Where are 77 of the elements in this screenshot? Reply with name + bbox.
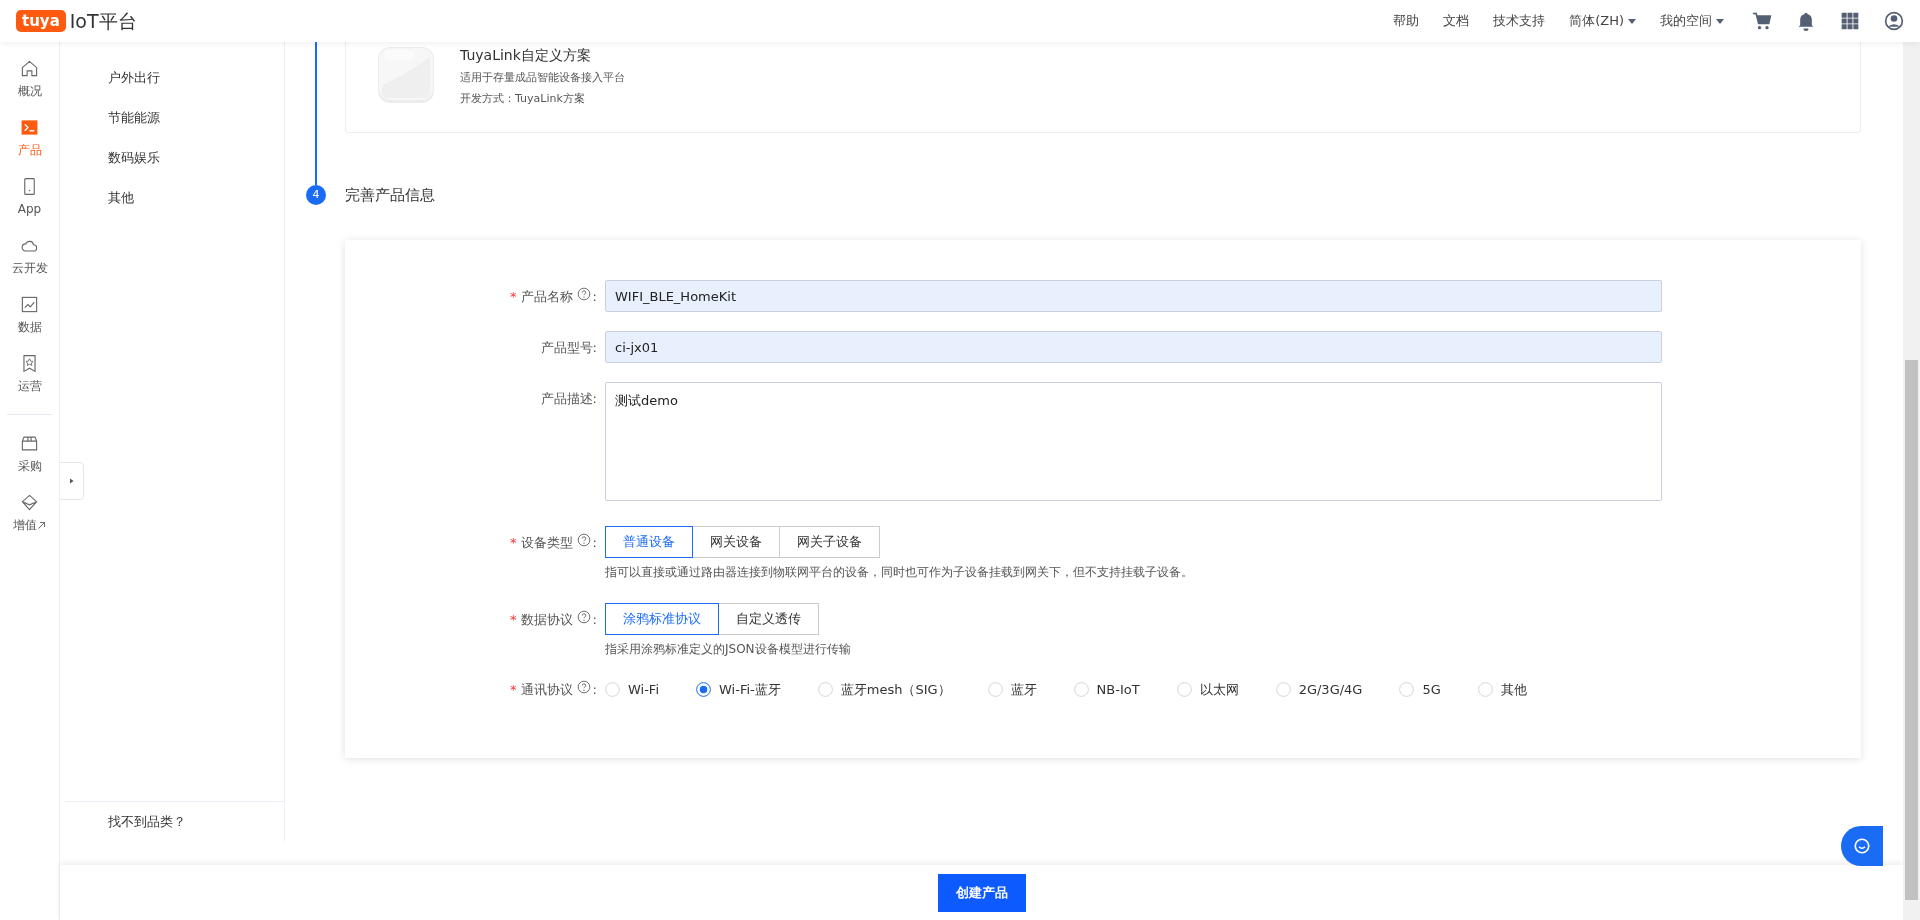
field-label: 产品名称 xyxy=(520,288,573,306)
field-label: 产品描述: xyxy=(540,390,597,408)
segment-option[interactable]: 网关设备 xyxy=(692,526,780,558)
radio-label[interactable]: Wi-Fi-蓝牙 xyxy=(719,680,781,700)
segment-option[interactable]: 网关子设备 xyxy=(779,526,880,558)
segment-option[interactable]: 涂鸦标准协议 xyxy=(605,603,719,635)
box-icon[interactable] xyxy=(20,434,39,453)
rail-item[interactable]: 概况 xyxy=(17,82,42,100)
category-item[interactable]: 其他 xyxy=(108,190,134,205)
rail-item[interactable]: 增值 xyxy=(13,516,37,534)
card-description: 适用于存量成品智能设备接入平台 xyxy=(460,70,625,86)
required-mark: * xyxy=(510,681,517,699)
platform-title: IoT平台 xyxy=(69,8,137,34)
chart-icon[interactable] xyxy=(20,295,39,314)
radio-label[interactable]: 5G xyxy=(1422,680,1441,700)
radio-label[interactable]: NB-IoT xyxy=(1096,680,1140,700)
segment-option[interactable]: 自定义透传 xyxy=(718,603,819,635)
required-mark: * xyxy=(510,611,517,629)
nav-link[interactable]: 文档 xyxy=(1443,11,1470,31)
bookmark-star-icon[interactable] xyxy=(20,354,39,373)
rail-item[interactable]: 云开发 xyxy=(11,259,48,277)
radio-label[interactable]: Wi-Fi xyxy=(628,680,659,700)
nav-link[interactable]: 帮助 xyxy=(1393,11,1420,31)
chat-button[interactable] xyxy=(1841,826,1883,866)
user-icon[interactable] xyxy=(1884,11,1904,31)
radio-label[interactable]: 蓝牙 xyxy=(1010,680,1037,700)
terminal-icon[interactable] xyxy=(20,118,39,137)
help-icon[interactable] xyxy=(576,287,591,301)
category-item[interactable]: 节能能源 xyxy=(108,110,160,125)
create-product-button[interactable]: 创建产品 xyxy=(937,873,1026,912)
rail-item[interactable]: App xyxy=(17,200,42,218)
text-field[interactable]: ci-jx01 xyxy=(605,331,1662,363)
help-icon[interactable] xyxy=(576,610,591,624)
caret-right-icon xyxy=(68,477,75,485)
required-mark: * xyxy=(510,534,517,552)
chat-icon xyxy=(1853,837,1871,855)
label-colon: : xyxy=(592,681,597,699)
nav-link[interactable]: 简体(ZH) xyxy=(1569,11,1636,31)
card-title: TuyaLink自定义方案 xyxy=(460,46,592,65)
segment-option[interactable]: 普通设备 xyxy=(605,526,693,558)
radio-label[interactable]: 2G/3G/4G xyxy=(1298,680,1363,700)
field-label: 产品型号: xyxy=(540,339,597,357)
label-colon: : xyxy=(592,534,597,552)
step-number: 4 xyxy=(306,185,326,205)
rail-item[interactable]: 采购 xyxy=(17,457,42,475)
expand-toggle[interactable] xyxy=(60,462,84,500)
apps-grid-icon[interactable] xyxy=(1840,11,1860,31)
category-item[interactable]: 户外出行 xyxy=(108,70,160,85)
radio-button[interactable] xyxy=(696,682,711,698)
required-mark: * xyxy=(510,288,517,306)
cart-icon[interactable] xyxy=(1752,11,1772,31)
field-label: 设备类型 xyxy=(520,534,573,552)
home-icon[interactable] xyxy=(20,59,39,78)
nav-link[interactable]: 技术支持 xyxy=(1493,11,1546,31)
nav-link[interactable]: 我的空间 xyxy=(1660,11,1724,31)
radio-label[interactable]: 蓝牙mesh（SIG） xyxy=(840,680,951,700)
diamond-icon[interactable] xyxy=(20,493,39,512)
help-icon[interactable] xyxy=(576,680,591,694)
rail-item[interactable]: 数据 xyxy=(17,318,42,336)
text-field[interactable]: WIFI_BLE_HomeKit xyxy=(605,280,1662,312)
description-field[interactable]: 测试demo xyxy=(605,382,1662,501)
label-colon: : xyxy=(592,288,597,306)
rail-item[interactable]: 运营 xyxy=(17,377,42,395)
bell-icon[interactable] xyxy=(1796,11,1816,31)
field-label: 数据协议 xyxy=(520,611,573,629)
label-colon: : xyxy=(592,611,597,629)
hint-text: 指采用涂鸦标准定义的JSON设备模型进行传输 xyxy=(605,641,851,658)
help-link[interactable]: 找不到品类？ xyxy=(108,813,186,829)
radio-label[interactable]: 其他 xyxy=(1500,680,1527,700)
category-item[interactable]: 数码娱乐 xyxy=(108,150,160,165)
field-label: 通讯协议 xyxy=(520,681,573,699)
step-title: 完善产品信息 xyxy=(344,185,436,206)
scrollbar-thumb[interactable] xyxy=(1905,360,1918,900)
help-icon[interactable] xyxy=(576,533,591,547)
radio-label[interactable]: 以太网 xyxy=(1199,680,1239,700)
hint-text: 指可以直接或通过路由器连接到物联网平台的设备，同时也可作为子设备挂载到网关下，但不支持挂载子设备。 xyxy=(605,564,1193,581)
development-method: 开发方式：TuyaLink方案 xyxy=(460,90,586,107)
